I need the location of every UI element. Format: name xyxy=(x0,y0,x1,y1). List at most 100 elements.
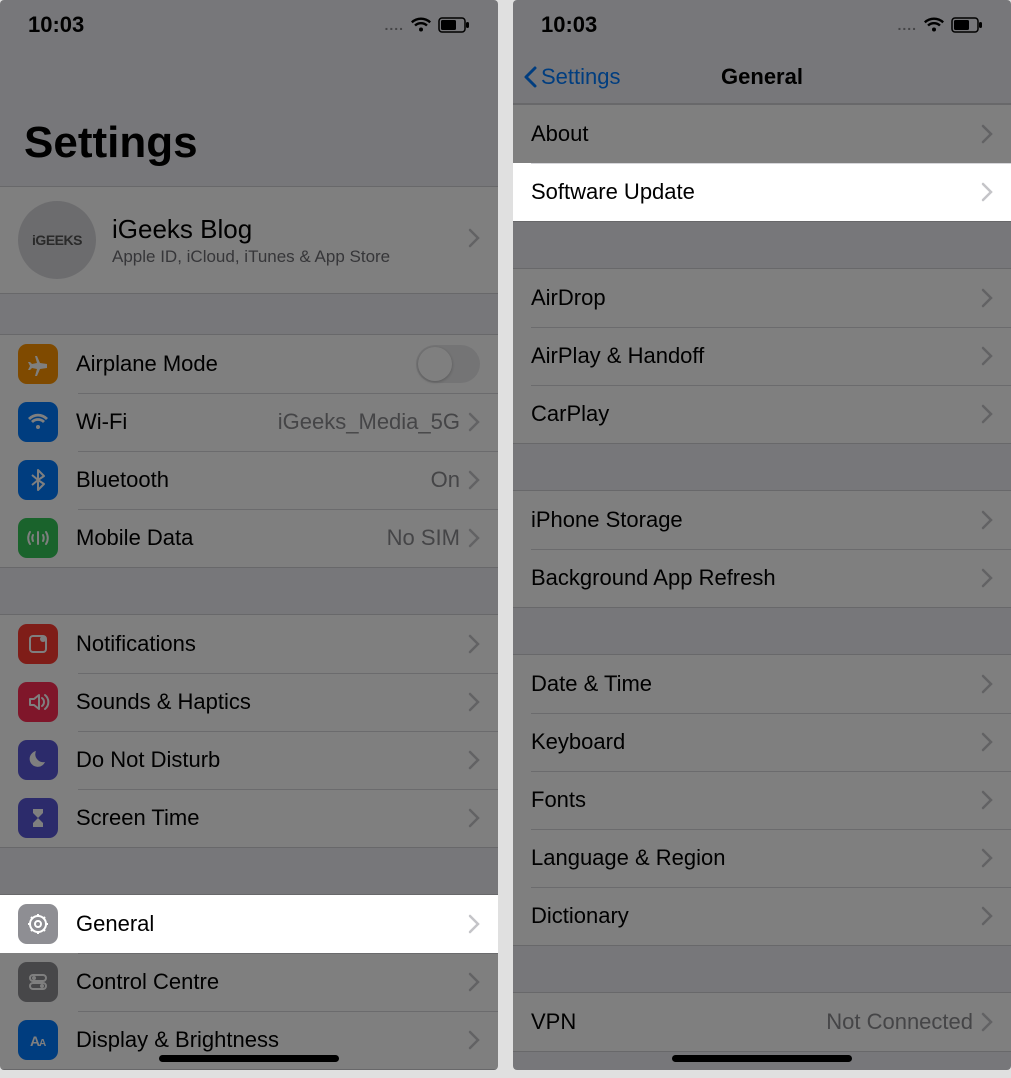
chevron-right-icon xyxy=(468,750,480,770)
svg-text:A: A xyxy=(39,1038,46,1049)
lang-label: Language & Region xyxy=(531,845,981,871)
storage-group: iPhone Storage Background App Refresh xyxy=(513,490,1011,608)
chevron-left-icon xyxy=(523,65,539,89)
chevron-right-icon xyxy=(468,914,480,934)
sounds-row[interactable]: Sounds & Haptics xyxy=(0,673,498,731)
status-time: 10:03 xyxy=(541,12,597,38)
chevron-right-icon xyxy=(468,228,480,253)
alerts-group: Notifications Sounds & Haptics Do Not Di… xyxy=(0,614,498,848)
dict-label: Dictionary xyxy=(531,903,981,929)
storage-row[interactable]: iPhone Storage xyxy=(513,491,1011,549)
chevron-right-icon xyxy=(981,732,993,752)
wifi-icon xyxy=(923,17,945,33)
sounds-label: Sounds & Haptics xyxy=(76,689,468,715)
settings-screen: 10:03 .... Settings iGEEKS iGeeks Blog A… xyxy=(0,0,498,1070)
vpn-group: VPN Not Connected xyxy=(513,992,1011,1052)
chevron-right-icon xyxy=(981,790,993,810)
notifications-icon xyxy=(18,624,58,664)
system-group: General Control Centre AA Display & Brig… xyxy=(0,894,498,1070)
software-update-row[interactable]: Software Update xyxy=(513,163,1011,221)
vpn-label: VPN xyxy=(531,1009,826,1035)
wifi-row[interactable]: Wi-Fi iGeeks_Media_5G xyxy=(0,393,498,451)
airplane-label: Airplane Mode xyxy=(76,351,416,377)
mobile-data-row[interactable]: Mobile Data No SIM xyxy=(0,509,498,567)
apple-id-row[interactable]: iGEEKS iGeeks Blog Apple ID, iCloud, iTu… xyxy=(0,186,498,294)
general-screen: 10:03 .... Settings General About Softwa… xyxy=(513,0,1011,1070)
wifi-value: iGeeks_Media_5G xyxy=(278,409,460,435)
mobile-value: No SIM xyxy=(387,525,460,551)
vpn-row[interactable]: VPN Not Connected xyxy=(513,993,1011,1051)
connectivity-group: AirDrop AirPlay & Handoff CarPlay xyxy=(513,268,1011,444)
chevron-right-icon xyxy=(468,470,480,490)
airplane-icon xyxy=(18,344,58,384)
chevron-right-icon xyxy=(981,1012,993,1032)
bg-refresh-row[interactable]: Background App Refresh xyxy=(513,549,1011,607)
chevron-right-icon xyxy=(981,404,993,424)
switches-icon xyxy=(18,962,58,1002)
keyboard-row[interactable]: Keyboard xyxy=(513,713,1011,771)
general-row[interactable]: General xyxy=(0,895,498,953)
back-label: Settings xyxy=(541,64,621,90)
airdrop-row[interactable]: AirDrop xyxy=(513,269,1011,327)
sounds-icon xyxy=(18,682,58,722)
bluetooth-icon xyxy=(18,460,58,500)
chevron-right-icon xyxy=(981,288,993,308)
storage-label: iPhone Storage xyxy=(531,507,981,533)
avatar: iGEEKS xyxy=(18,201,96,279)
home-indicator[interactable] xyxy=(159,1055,339,1062)
language-row[interactable]: Language & Region xyxy=(513,829,1011,887)
fonts-row[interactable]: Fonts xyxy=(513,771,1011,829)
wifi-settings-icon xyxy=(18,402,58,442)
fonts-label: Fonts xyxy=(531,787,981,813)
screentime-row[interactable]: Screen Time xyxy=(0,789,498,847)
status-bar: 10:03 .... xyxy=(0,0,498,50)
chevron-right-icon xyxy=(981,124,993,144)
carplay-row[interactable]: CarPlay xyxy=(513,385,1011,443)
about-row[interactable]: About xyxy=(513,105,1011,163)
notifications-row[interactable]: Notifications xyxy=(0,615,498,673)
bluetooth-row[interactable]: Bluetooth On xyxy=(0,451,498,509)
control-centre-row[interactable]: Control Centre xyxy=(0,953,498,1011)
battery-icon xyxy=(951,17,983,33)
battery-icon xyxy=(438,17,470,33)
nav-bar: Settings General xyxy=(513,50,1011,104)
software-label: Software Update xyxy=(531,179,981,205)
cellular-icon xyxy=(18,518,58,558)
page-title: Settings xyxy=(0,50,498,186)
home-indicator[interactable] xyxy=(672,1055,852,1062)
status-right: .... xyxy=(897,17,983,33)
wifi-icon xyxy=(410,17,432,33)
dnd-row[interactable]: Do Not Disturb xyxy=(0,731,498,789)
date-time-row[interactable]: Date & Time xyxy=(513,655,1011,713)
wifi-label: Wi-Fi xyxy=(76,409,278,435)
bg-label: Background App Refresh xyxy=(531,565,981,591)
chevron-right-icon xyxy=(468,412,480,432)
airplane-mode-row[interactable]: Airplane Mode xyxy=(0,335,498,393)
chevron-right-icon xyxy=(468,808,480,828)
chevron-right-icon xyxy=(981,906,993,926)
input-group: Date & Time Keyboard Fonts Language & Re… xyxy=(513,654,1011,946)
status-time: 10:03 xyxy=(28,12,84,38)
airplane-toggle[interactable] xyxy=(416,345,480,383)
chevron-right-icon xyxy=(981,510,993,530)
moon-icon xyxy=(18,740,58,780)
chevron-right-icon xyxy=(468,1030,480,1050)
bluetooth-label: Bluetooth xyxy=(76,467,431,493)
date-label: Date & Time xyxy=(531,671,981,697)
signal-dots-icon: .... xyxy=(384,17,404,33)
carplay-label: CarPlay xyxy=(531,401,981,427)
chevron-right-icon xyxy=(981,346,993,366)
screentime-label: Screen Time xyxy=(76,805,468,831)
account-name: iGeeks Blog xyxy=(112,214,468,245)
about-group: About Software Update xyxy=(513,104,1011,222)
hourglass-icon xyxy=(18,798,58,838)
chevron-right-icon xyxy=(981,568,993,588)
notifications-label: Notifications xyxy=(76,631,468,657)
chevron-right-icon xyxy=(468,692,480,712)
dictionary-row[interactable]: Dictionary xyxy=(513,887,1011,945)
airplay-row[interactable]: AirPlay & Handoff xyxy=(513,327,1011,385)
chevron-right-icon xyxy=(468,528,480,548)
airplay-label: AirPlay & Handoff xyxy=(531,343,981,369)
text-size-icon: AA xyxy=(18,1020,58,1060)
back-button[interactable]: Settings xyxy=(513,64,621,90)
